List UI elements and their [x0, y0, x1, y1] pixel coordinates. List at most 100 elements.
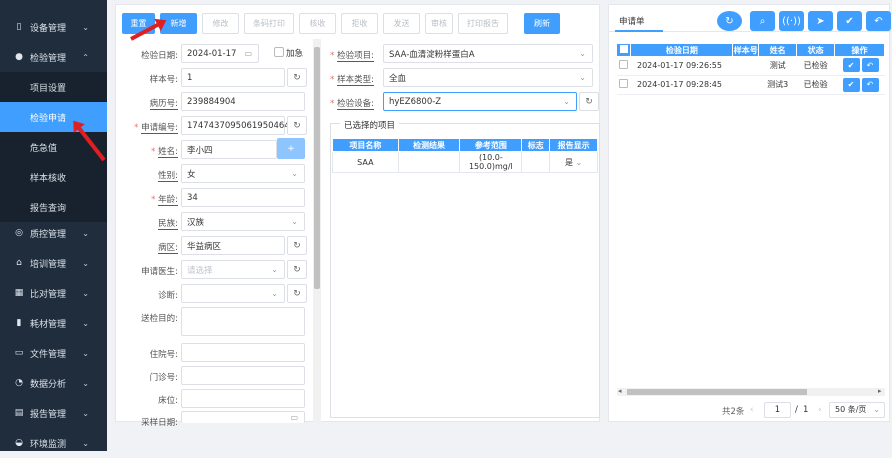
item-select[interactable]: SAA-血清淀粉样蛋白A ⌄ [383, 44, 593, 63]
pager-page-input[interactable]: 1 [764, 402, 791, 418]
env-icon: ◒ [15, 438, 23, 448]
check-icon[interactable]: ✔ [842, 58, 860, 73]
bed-input[interactable] [181, 389, 305, 408]
refresh-button[interactable]: 刷新 [524, 13, 560, 34]
check-icon[interactable]: ✔ [837, 11, 862, 31]
table-row[interactable]: 2024-01-17 09:28:45 测试3 已检验 ✔ ↶ [617, 75, 885, 95]
chevron-down-icon: ⌄ [873, 405, 880, 414]
urgent-label: 加急 [286, 49, 304, 59]
undo-icon[interactable]: ↶ [861, 58, 879, 73]
sample-type-select[interactable]: 全血 ⌄ [383, 68, 593, 87]
row-checkbox[interactable] [617, 56, 631, 76]
print-barcode-button[interactable]: 条码打印 [244, 13, 294, 34]
record-no-input[interactable]: 239884904 [181, 92, 305, 111]
device-label-wrap: * 检验设备: [314, 97, 374, 110]
inpatient-input[interactable] [181, 343, 305, 362]
refresh-icon[interactable]: ↻ [579, 92, 599, 111]
outpatient-input[interactable] [181, 366, 305, 385]
ward-label: 病区: [158, 243, 178, 254]
report-display-select[interactable]: 是 ⌄ [549, 151, 598, 173]
date-input[interactable]: 2024-01-17 ▭ [181, 44, 259, 63]
sidebar-menu-9[interactable]: ◒ 环境监测 ⌄ [0, 428, 107, 458]
refresh-icon[interactable]: ↻ [287, 116, 307, 135]
apply-label-wrap: * 申请编号: [108, 121, 178, 134]
sidebar-menu-6[interactable]: ▭ 文件管理 ⌄ [0, 338, 107, 368]
sidebar-subitem-4[interactable]: 报告查询 [0, 192, 107, 222]
nation-label-wrap: 民族: [108, 217, 178, 230]
ward-input[interactable]: 华益病区 [181, 236, 285, 255]
sample-no-input[interactable]: 1 [181, 68, 285, 87]
search-icon[interactable]: ⌕ [750, 11, 775, 31]
sidebar-menu-7[interactable]: ◔ 数据分析 ⌄ [0, 368, 107, 398]
sample-no-label: 样本号: [149, 75, 178, 85]
sidebar-menu-1[interactable]: ● 检验管理 ⌃ [0, 42, 107, 72]
sidebar-menu-0[interactable]: ▯ 设备管理 ⌄ [0, 12, 107, 42]
nation-select[interactable]: 汉族 ⌄ [181, 212, 305, 231]
table-row[interactable]: 2024-01-17 09:26:55 测试 已检验 ✔ ↶ [617, 56, 885, 76]
purpose-textarea[interactable] [181, 307, 305, 336]
sidebar-menu-label: 培训管理 [30, 259, 67, 270]
doctor-select[interactable]: 请选择 ⌄ [181, 260, 285, 279]
row-actions: ✔ ↶ [834, 75, 885, 95]
pager-prev[interactable]: ‹ [750, 405, 754, 415]
edit-button[interactable]: 修改 [202, 13, 239, 34]
sidebar-menu-3[interactable]: ⌂ 培训管理 ⌄ [0, 248, 107, 278]
sidebar-menu-4[interactable]: ▦ 比对管理 ⌄ [0, 278, 107, 308]
refresh-icon[interactable]: ↻ [287, 284, 307, 303]
item-label-wrap: * 检验项目: [314, 49, 374, 62]
send-icon[interactable]: ➤ [808, 11, 833, 31]
row-checkbox[interactable] [617, 75, 631, 95]
gender-label: 性别: [158, 171, 178, 182]
audit-button[interactable]: 审核 [425, 13, 453, 34]
undo-icon[interactable]: ↶ [866, 11, 891, 31]
sidebar-subitem-1[interactable]: 检验申请 [0, 102, 107, 132]
scan-icon[interactable]: ((·)) [779, 11, 804, 31]
sidebar-menu-label: 耗材管理 [30, 319, 67, 330]
scroll-right-icon[interactable]: ▸ [878, 387, 882, 395]
tab-apply-list[interactable]: 申请单 [619, 15, 645, 27]
urgent-checkbox[interactable] [274, 47, 284, 57]
check-icon[interactable]: ✔ [842, 77, 860, 92]
sidebar-menu-5[interactable]: ▮ 耗材管理 ⌄ [0, 308, 107, 338]
chart-icon: ◔ [15, 378, 23, 388]
print-report-button[interactable]: 打印报告 [458, 13, 508, 34]
items-col-header: 检测结果 [397, 138, 461, 152]
reject-button[interactable]: 拒收 [341, 13, 378, 34]
pager-size-select[interactable]: 50 条/页 ⌄ [829, 402, 885, 418]
undo-icon[interactable]: ↶ [861, 77, 879, 92]
result-input[interactable] [397, 151, 461, 173]
device-label: 检验设备: [337, 99, 374, 110]
sidebar-menu-8[interactable]: ▤ 报告管理 ⌄ [0, 398, 107, 428]
refresh-icon[interactable]: ↻ [287, 260, 307, 279]
flag-cell [521, 151, 551, 173]
collect-date-input[interactable]: ▭ [181, 411, 305, 423]
device-select[interactable]: hyEZ6800-Z ⌄ [383, 92, 577, 111]
sidebar-subitem-3[interactable]: 样本核收 [0, 162, 107, 192]
items-col-header: 项目名称 [332, 138, 399, 152]
sidebar-subitem-0[interactable]: 项目设置 [0, 72, 107, 102]
refresh-icon[interactable]: ↻ [287, 68, 307, 87]
cell-text: (10.0-150.0)mg/l [468, 153, 513, 171]
age-input[interactable]: 34 [181, 188, 305, 207]
list-scrollbar-thumb[interactable] [627, 389, 807, 395]
apply-no-input[interactable]: 1747437095061950464 [181, 116, 290, 135]
gender-select[interactable]: 女 ⌄ [181, 164, 305, 183]
outpatient-label: 门诊号: [149, 373, 178, 383]
sidebar-menu-2[interactable]: ◎ 质控管理 ⌄ [0, 218, 107, 248]
chevron-down-icon: ⌄ [82, 378, 89, 388]
scroll-left-icon[interactable]: ◂ [618, 387, 622, 395]
pager-next[interactable]: › [818, 405, 822, 415]
drop-icon: ● [15, 52, 23, 62]
name-input[interactable]: 李小四 [181, 140, 277, 159]
diagnosis-select[interactable]: ⌄ [181, 284, 285, 303]
report-icon: ▤ [14, 408, 24, 418]
add-patient-button[interactable]: + [277, 138, 305, 159]
cell-text: 是 [564, 157, 573, 167]
send-button[interactable]: 发送 [383, 13, 420, 34]
diagnosis-label: 诊断: [158, 291, 178, 301]
chevron-down-icon: ⌄ [82, 288, 89, 298]
verify-button[interactable]: 核收 [299, 13, 336, 34]
refresh-icon[interactable]: ↻ [717, 11, 742, 31]
refresh-icon[interactable]: ↻ [287, 236, 307, 255]
select-all-checkbox[interactable] [617, 44, 632, 56]
